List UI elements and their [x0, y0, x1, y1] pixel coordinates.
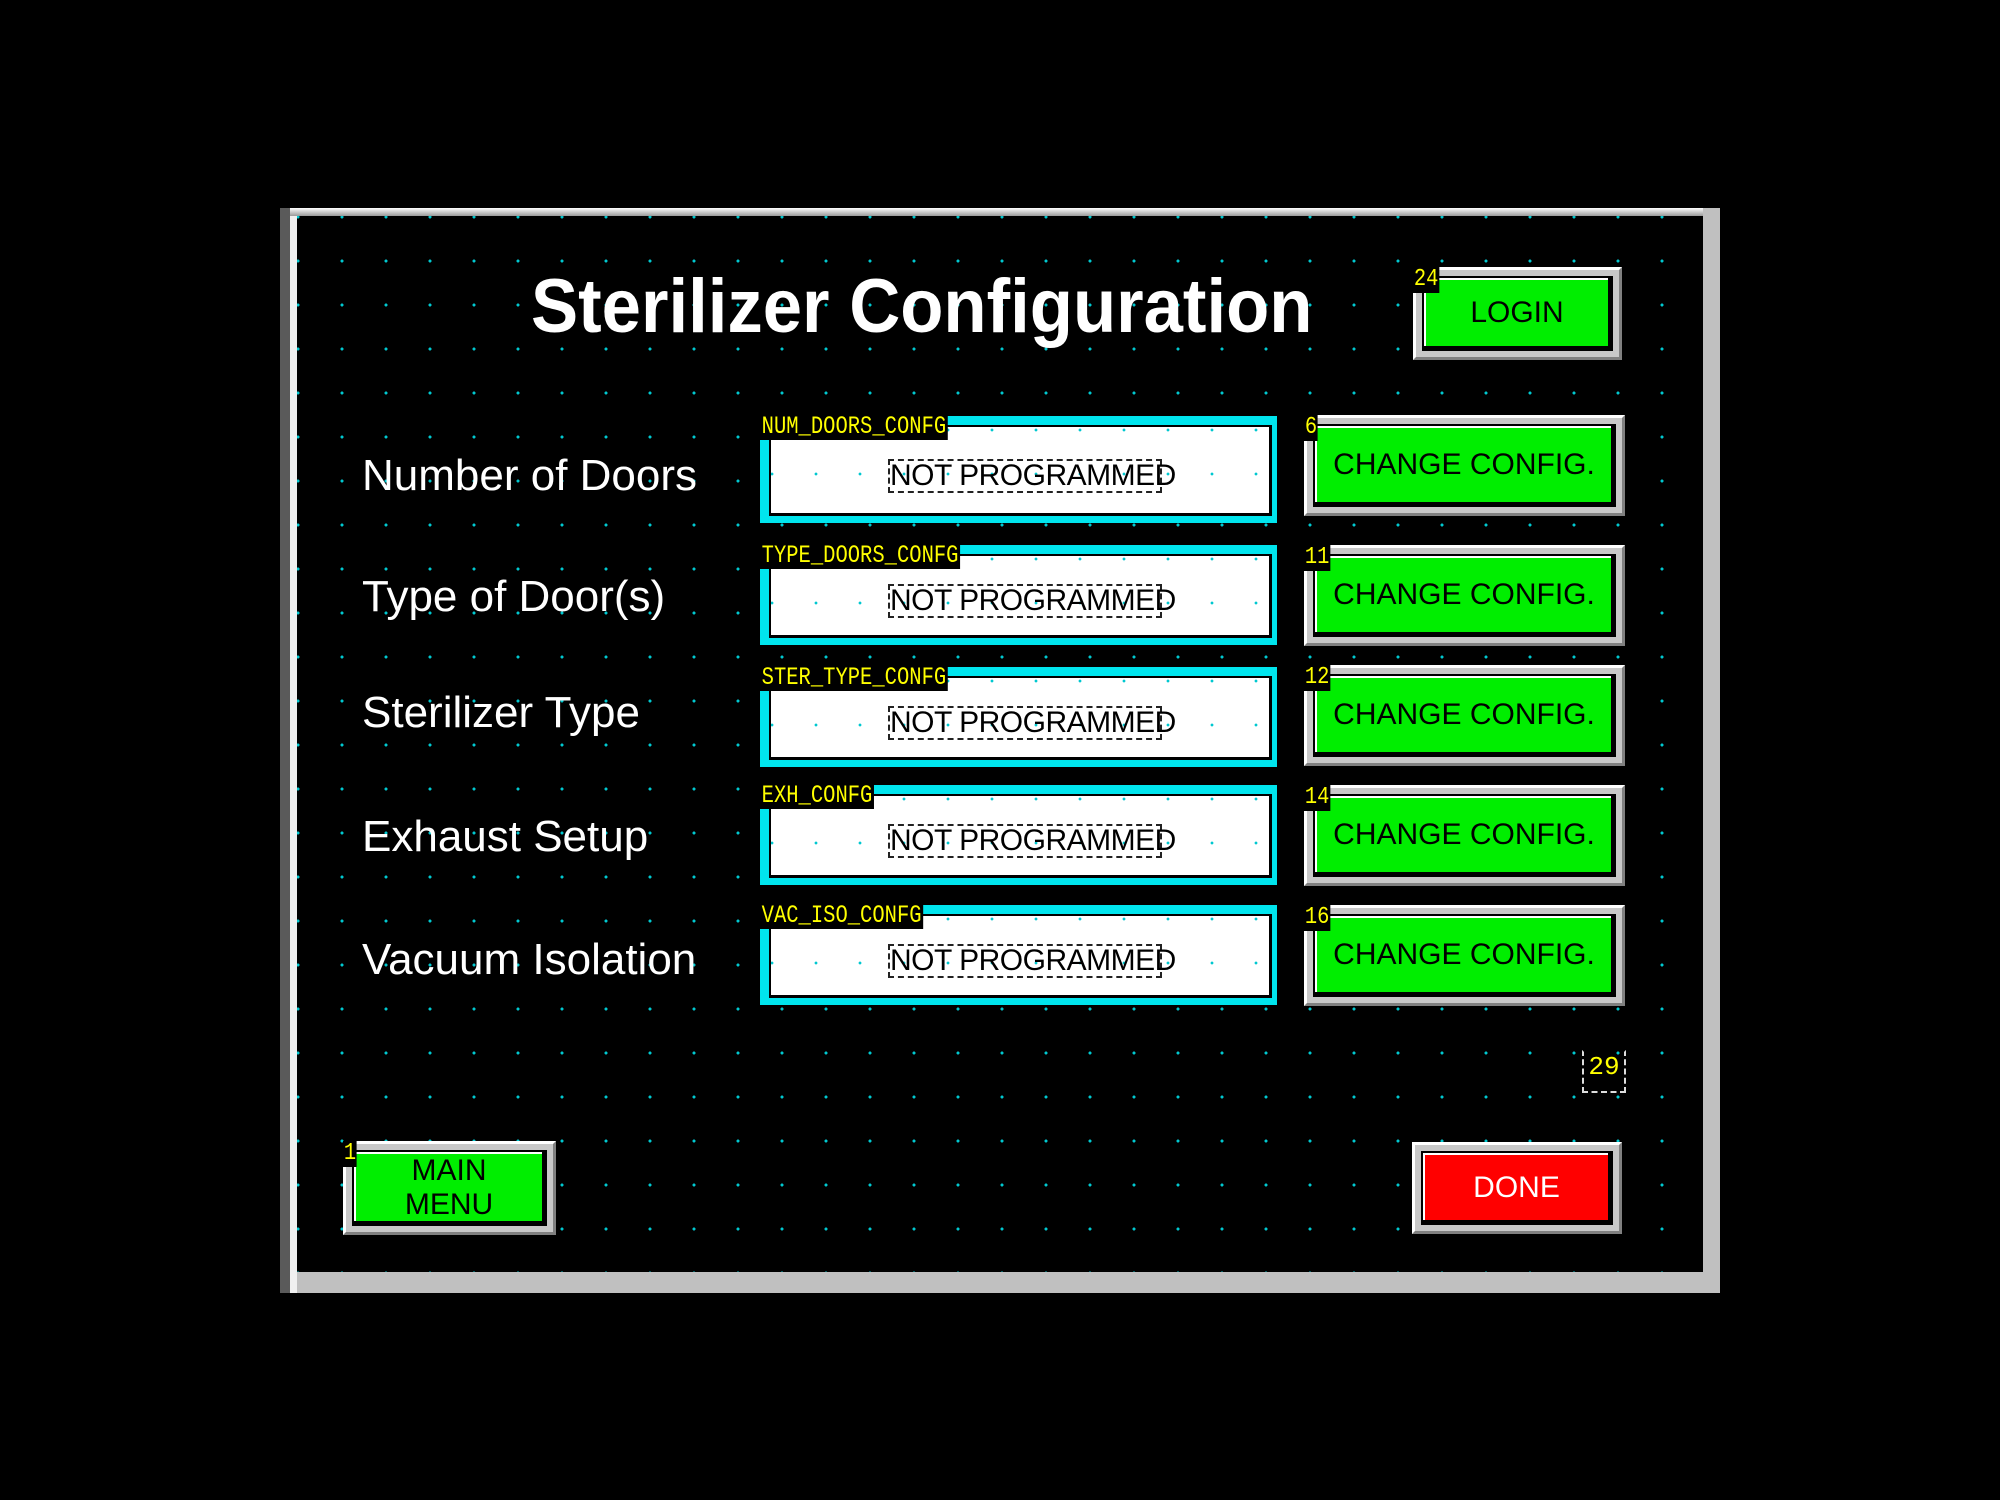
object-index-label: 24	[1413, 266, 1440, 293]
field-value: NOT PROGRAMMED	[888, 459, 1176, 493]
done-button-label: DONE	[1473, 1170, 1560, 1204]
frame-bevel-top	[290, 208, 1703, 216]
page-title: Sterilizer Configuration	[531, 264, 1313, 349]
field-value: NOT PROGRAMMED	[888, 944, 1176, 978]
row-label-type-of-doors: Type of Door(s)	[362, 572, 666, 621]
field-tag-label: TYPE_DOORS_CONFG	[760, 541, 961, 570]
row-label-sterilizer-type: Sterilizer Type	[362, 688, 640, 737]
change-config-label: CHANGE CONFIG.	[1333, 938, 1595, 971]
change-config-button-vacuum-isolation[interactable]: 16 CHANGE CONFIG.	[1304, 905, 1625, 1006]
frame-bevel-left-highlight	[290, 216, 297, 1293]
change-config-button-exhaust-setup[interactable]: 14 CHANGE CONFIG.	[1304, 785, 1625, 886]
field-tag-label: EXH_CONFG	[760, 781, 875, 810]
login-button-label: LOGIN	[1470, 296, 1564, 329]
field-value: NOT PROGRAMMED	[888, 824, 1176, 858]
field-tag-label: VAC_ISO_CONFG	[760, 901, 924, 930]
object-index-label: 1	[343, 1140, 357, 1167]
field-tag-label: NUM_DOORS_CONFG	[760, 412, 948, 441]
object-marker-29: 29	[1582, 1050, 1626, 1093]
object-index-label: 6	[1304, 414, 1318, 441]
vac-iso-config-display: NOT PROGRAMMED VAC_ISO_CONFG	[760, 901, 1277, 1005]
row-label-number-of-doors: Number of Doors	[362, 451, 698, 500]
num-doors-config-display: NOT PROGRAMMED NUM_DOORS_CONFG	[760, 412, 1277, 523]
change-config-label: CHANGE CONFIG.	[1333, 818, 1595, 851]
field-value: NOT PROGRAMMED	[888, 584, 1176, 618]
change-config-button-type-of-doors[interactable]: 11 CHANGE CONFIG.	[1304, 545, 1625, 646]
main-menu-button[interactable]: 1 MAIN MENU	[343, 1141, 556, 1235]
frame-bevel-left	[280, 208, 290, 1293]
login-button[interactable]: 24 LOGIN	[1413, 267, 1622, 360]
object-index-label: 14	[1304, 784, 1331, 811]
change-config-label: CHANGE CONFIG.	[1333, 698, 1595, 731]
row-label-vacuum-isolation: Vacuum Isolation	[362, 935, 697, 984]
change-config-label: CHANGE CONFIG.	[1333, 448, 1595, 481]
type-doors-config-display: NOT PROGRAMMED TYPE_DOORS_CONFG	[760, 541, 1277, 645]
object-index-label: 12	[1304, 664, 1331, 691]
main-menu-label-line1: MAIN	[411, 1153, 487, 1187]
exh-config-display: NOT PROGRAMMED EXH_CONFG	[760, 781, 1277, 885]
row-label-exhaust-setup: Exhaust Setup	[362, 812, 649, 861]
change-config-button-number-of-doors[interactable]: 6 CHANGE CONFIG.	[1304, 415, 1625, 516]
ster-type-config-display: NOT PROGRAMMED STER_TYPE_CONFG	[760, 663, 1277, 767]
main-menu-label-line2: MENU	[404, 1187, 494, 1221]
field-value: NOT PROGRAMMED	[888, 706, 1176, 740]
object-index-label: 16	[1304, 904, 1331, 931]
field-tag-label: STER_TYPE_CONFG	[760, 663, 948, 692]
change-config-button-sterilizer-type[interactable]: 12 CHANGE CONFIG.	[1304, 665, 1625, 766]
done-button[interactable]: DONE	[1412, 1142, 1622, 1234]
object-index-label: 11	[1304, 544, 1331, 571]
change-config-label: CHANGE CONFIG.	[1333, 578, 1595, 611]
